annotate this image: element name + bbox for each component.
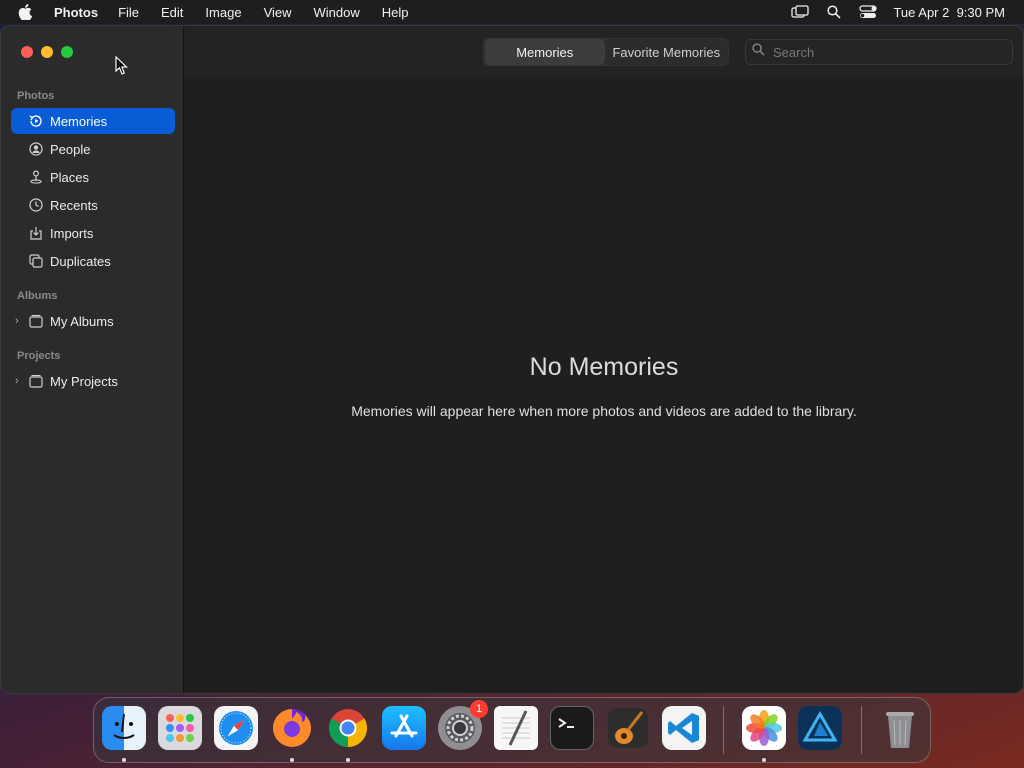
menu-file[interactable]: File — [118, 5, 139, 20]
sidebar-item-label: Recents — [50, 197, 98, 213]
places-icon — [29, 170, 43, 184]
menu-clock[interactable]: Tue Apr 2 9:30 PM — [893, 5, 1005, 20]
sidebar-item-label: Duplicates — [50, 253, 111, 269]
tab-favorite-memories[interactable]: Favorite Memories — [605, 39, 728, 65]
menu-view[interactable]: View — [264, 5, 292, 20]
sidebar-item-places[interactable]: Places — [11, 164, 175, 190]
disclosure-chevron-icon[interactable]: › — [15, 375, 19, 387]
sidebar-item-my-projects[interactable]: › My Projects — [11, 368, 175, 394]
search-icon — [752, 43, 765, 61]
sidebar: Photos Memories People Places Recents Im… — [1, 26, 184, 693]
sidebar-item-people[interactable]: People — [11, 136, 175, 162]
sidebar-item-label: Imports — [50, 225, 94, 241]
mouse-cursor-icon — [115, 55, 129, 81]
menu-window[interactable]: Window — [314, 5, 360, 20]
affinity-designer-app-icon[interactable] — [798, 706, 842, 750]
people-icon — [29, 142, 43, 156]
menu-help[interactable]: Help — [382, 5, 409, 20]
garageband-app-icon[interactable] — [606, 706, 650, 750]
running-indicator — [290, 758, 294, 762]
search-field[interactable] — [745, 39, 1013, 65]
dock-separator — [861, 706, 862, 754]
recents-icon — [29, 198, 43, 212]
running-indicator — [346, 758, 350, 762]
terminal-app-icon[interactable] — [550, 706, 594, 750]
textedit-app-icon[interactable] — [494, 706, 538, 750]
sidebar-item-label: Places — [50, 169, 90, 185]
menu-edit[interactable]: Edit — [161, 5, 183, 20]
chrome-app-icon[interactable] — [326, 706, 370, 750]
notification-badge: 1 — [470, 700, 488, 718]
apple-menu-icon[interactable] — [18, 4, 36, 20]
minimize-window-button[interactable] — [41, 46, 53, 58]
empty-state-message: Memories will appear here when more phot… — [351, 403, 857, 419]
disclosure-chevron-icon[interactable]: › — [15, 315, 19, 327]
search-input[interactable] — [773, 44, 993, 60]
dock-separator — [723, 706, 724, 754]
sidebar-item-my-albums[interactable]: › My Albums — [11, 308, 175, 334]
control-center-icon[interactable] — [859, 5, 878, 19]
finder-app-icon[interactable] — [102, 706, 146, 750]
dock: 1 — [93, 697, 931, 763]
system-settings-app-icon[interactable]: 1 — [438, 700, 488, 750]
firefox-app-icon[interactable] — [270, 706, 314, 750]
photos-app-icon[interactable] — [742, 706, 786, 750]
duplicates-icon — [29, 254, 43, 268]
section-title-photos: Photos — [17, 90, 55, 102]
screen-mirroring-icon[interactable] — [791, 5, 810, 19]
section-title-projects: Projects — [17, 350, 61, 362]
menu-bar: Photos File Edit Image View Window Help … — [0, 0, 1024, 24]
safari-app-icon[interactable] — [214, 706, 258, 750]
zoom-window-button[interactable] — [61, 46, 73, 58]
running-indicator — [122, 758, 126, 762]
imports-icon — [29, 226, 43, 240]
memories-segmented-control: Memories Favorite Memories — [483, 38, 729, 66]
sidebar-item-duplicates[interactable]: Duplicates — [11, 248, 175, 274]
sidebar-item-imports[interactable]: Imports — [11, 220, 175, 246]
sidebar-item-label: Memories — [50, 113, 108, 129]
sidebar-item-recents[interactable]: Recents — [11, 192, 175, 218]
spotlight-search-icon[interactable] — [825, 5, 843, 19]
sidebar-item-memories[interactable]: Memories — [11, 108, 175, 134]
running-indicator — [762, 758, 766, 762]
memories-icon — [29, 114, 43, 128]
tab-memories[interactable]: Memories — [485, 39, 605, 65]
menu-app-name[interactable]: Photos — [54, 5, 98, 20]
section-title-albums: Albums — [17, 290, 58, 302]
window-controls — [21, 46, 73, 58]
menu-image[interactable]: Image — [205, 5, 241, 20]
vscode-app-icon[interactable] — [662, 706, 706, 750]
sidebar-item-label: My Projects — [50, 373, 118, 389]
trash-app-icon[interactable] — [878, 706, 922, 750]
app-store-app-icon[interactable] — [382, 706, 426, 750]
folder-icon — [29, 374, 43, 388]
sidebar-item-label: My Albums — [50, 313, 114, 329]
sidebar-item-label: People — [50, 141, 91, 157]
launchpad-app-icon[interactable] — [158, 706, 202, 750]
close-window-button[interactable] — [21, 46, 33, 58]
photos-window: Photos Memories People Places Recents Im… — [0, 25, 1024, 694]
folder-icon — [29, 314, 43, 328]
empty-state-title: No Memories — [529, 353, 679, 381]
toolbar: Memories Favorite Memories — [185, 26, 1023, 78]
